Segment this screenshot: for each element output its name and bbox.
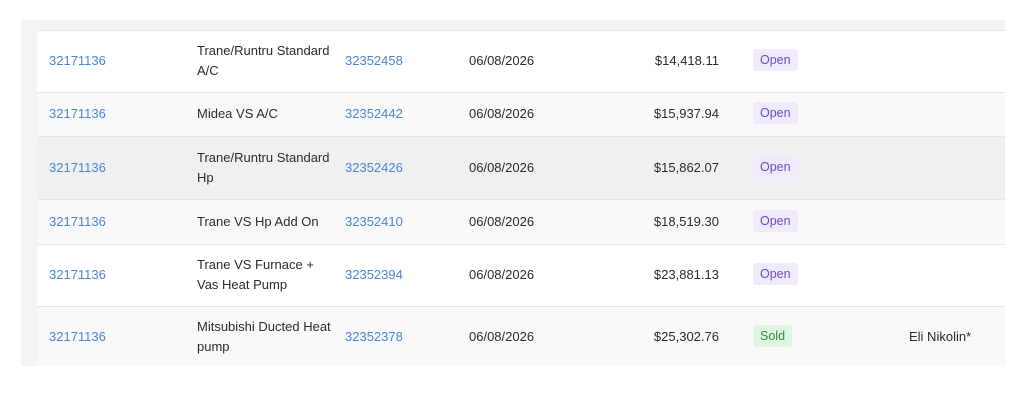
estimate-number-link[interactable]: 32352442	[345, 104, 403, 124]
item-description: Trane/Runtru Standard Hp	[197, 150, 330, 185]
item-description: Midea VS A/C	[197, 106, 278, 121]
estimate-number-link[interactable]: 32352426	[345, 158, 403, 178]
status-badge-label: Sold	[753, 325, 793, 347]
table-row[interactable]: 32171136 Midea VS A/C 32352442 06/08/202…	[37, 92, 1005, 136]
status-badge: Open	[753, 102, 798, 124]
status-badge: Open	[753, 210, 798, 232]
estimate-number-link[interactable]: 32352410	[345, 212, 403, 232]
estimate-number-link[interactable]: 32352394	[345, 265, 403, 285]
status-badge-label: Open	[753, 210, 798, 232]
estimate-amount: $25,302.76	[653, 329, 719, 344]
table-row[interactable]: 32171136 Trane VS Hp Add On 32352410 06/…	[37, 199, 1005, 244]
status-badge-label: Open	[753, 263, 798, 285]
item-description: Trane VS Furnace + Vas Heat Pump	[197, 257, 314, 292]
estimate-date: 06/08/2026	[469, 214, 535, 229]
estimate-amount: $14,418.11	[654, 53, 719, 68]
table-header-strip	[21, 20, 1005, 30]
estimate-date: 06/08/2026	[469, 267, 535, 282]
estimate-amount: $15,862.07	[653, 160, 719, 175]
estimates-table: 32171136 Trane/Runtru Standard A/C 32352…	[37, 30, 1005, 366]
record-id-link[interactable]: 32171136	[49, 51, 106, 71]
status-badge: Open	[753, 263, 798, 285]
record-id-link[interactable]: 32171136	[49, 158, 106, 178]
record-id-link[interactable]: 32171136	[49, 265, 106, 285]
table-row[interactable]: 32171136 Mitsubishi Ducted Heat pump 323…	[37, 306, 1005, 366]
item-description: Trane/Runtru Standard A/C	[197, 43, 330, 78]
estimate-date: 06/08/2026	[469, 160, 535, 175]
estimate-amount: $18,519.30	[653, 214, 719, 229]
status-badge-label: Open	[753, 49, 798, 71]
table-container: 32171136 Trane/Runtru Standard A/C 32352…	[21, 20, 1005, 366]
item-description: Trane VS Hp Add On	[197, 214, 319, 229]
estimate-amount: $15,937.94	[653, 106, 719, 121]
estimate-number-link[interactable]: 32352378	[345, 327, 403, 347]
table-row[interactable]: 32171136 Trane/Runtru Standard Hp 323524…	[37, 136, 1005, 199]
status-badge-label: Open	[753, 102, 798, 124]
estimate-date: 06/08/2026	[469, 53, 535, 68]
estimate-number-link[interactable]: 32352458	[345, 51, 403, 71]
table-row[interactable]: 32171136 Trane VS Furnace + Vas Heat Pum…	[37, 244, 1005, 306]
status-badge-label: Open	[753, 156, 798, 178]
table-row[interactable]: 32171136 Trane/Runtru Standard A/C 32352…	[37, 30, 1005, 92]
record-id-link[interactable]: 32171136	[49, 327, 106, 347]
estimate-date: 06/08/2026	[469, 329, 535, 344]
status-badge: Sold	[753, 325, 793, 347]
sales-rep: Eli Nikolin*	[909, 329, 972, 344]
status-badge: Open	[753, 49, 798, 71]
estimate-date: 06/08/2026	[469, 106, 535, 121]
item-description: Mitsubishi Ducted Heat pump	[197, 319, 331, 354]
record-id-link[interactable]: 32171136	[49, 104, 106, 124]
record-id-link[interactable]: 32171136	[49, 212, 106, 232]
status-badge: Open	[753, 156, 798, 178]
estimate-amount: $23,881.13	[653, 267, 719, 282]
